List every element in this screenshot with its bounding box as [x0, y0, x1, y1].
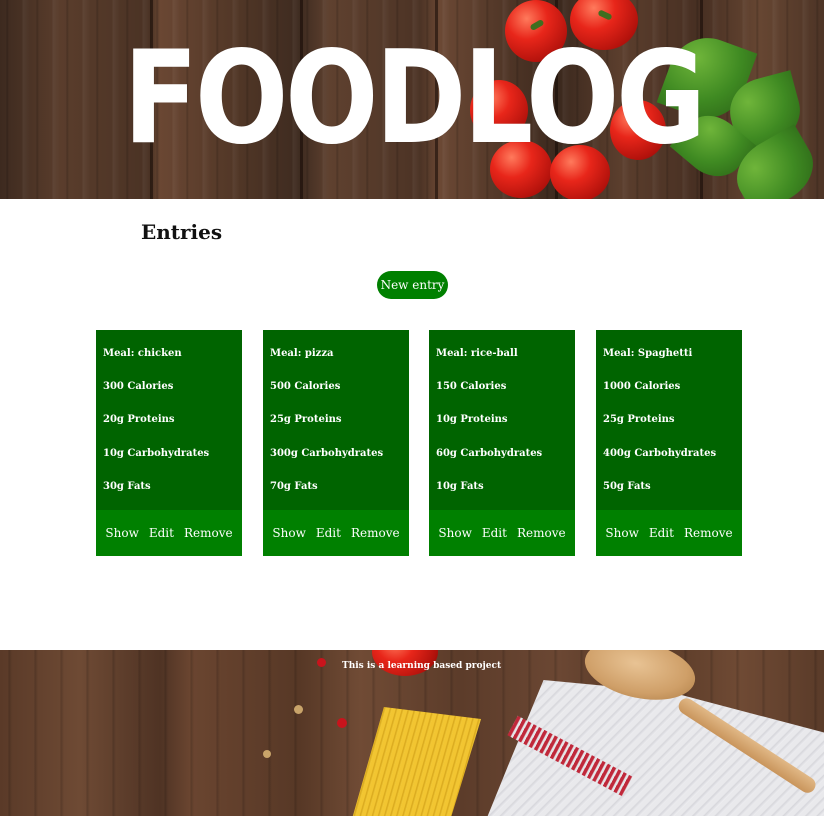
show-link[interactable]: Show: [100, 526, 143, 540]
remove-link[interactable]: Remove: [179, 526, 238, 540]
entry-calories: 150 Calories: [436, 381, 507, 393]
entry-actions: Show Edit Remove: [263, 510, 409, 556]
entry-fats: 50g Fats: [603, 480, 651, 492]
entry-fats: 70g Fats: [270, 480, 318, 492]
entry-fats: 30g Fats: [103, 480, 151, 492]
edit-link[interactable]: Edit: [477, 526, 512, 540]
edit-link[interactable]: Edit: [644, 526, 679, 540]
entry-meal: Meal: pizza: [270, 348, 334, 359]
entry-calories: 1000 Calories: [603, 381, 681, 393]
entry-details: Meal: pizza 500 Calories 25g Proteins 30…: [263, 330, 409, 510]
entry-card: Meal: rice-ball 150 Calories 10g Protein…: [429, 330, 575, 556]
spaghetti-image: [350, 707, 483, 816]
entry-details: Meal: chicken 300 Calories 20g Proteins …: [96, 330, 242, 510]
show-link[interactable]: Show: [600, 526, 643, 540]
entry-proteins: 25g Proteins: [603, 414, 675, 426]
entry-details: Meal: Spaghetti 1000 Calories 25g Protei…: [596, 330, 742, 510]
entry-proteins: 10g Proteins: [436, 414, 508, 426]
foodlog-logo: FOODLOG: [123, 24, 706, 173]
footer-text: This is a learning based project: [342, 661, 502, 671]
entry-actions: Show Edit Remove: [429, 510, 575, 556]
header-banner: FOODLOG: [0, 0, 824, 199]
entry-card: Meal: pizza 500 Calories 25g Proteins 30…: [263, 330, 409, 556]
entry-calories: 300 Calories: [103, 381, 174, 393]
footer-banner: This is a learning based project: [0, 650, 824, 816]
entry-meal: Meal: Spaghetti: [603, 348, 693, 359]
entry-proteins: 25g Proteins: [270, 414, 342, 426]
peppercorn-image: [294, 705, 303, 714]
remove-link[interactable]: Remove: [512, 526, 571, 540]
entry-card: Meal: chicken 300 Calories 20g Proteins …: [96, 330, 242, 556]
page-title: Entries: [141, 220, 223, 244]
entry-meal: Meal: chicken: [103, 348, 182, 359]
entry-fats: 10g Fats: [436, 480, 484, 492]
entry-carbohydrates: 60g Carbohydrates: [436, 447, 543, 459]
entry-actions: Show Edit Remove: [96, 510, 242, 556]
entry-proteins: 20g Proteins: [103, 414, 175, 426]
entry-carbohydrates: 300g Carbohydrates: [270, 447, 384, 459]
entry-actions: Show Edit Remove: [596, 510, 742, 556]
remove-link[interactable]: Remove: [679, 526, 738, 540]
entry-meal: Meal: rice-ball: [436, 348, 518, 359]
entry-details: Meal: rice-ball 150 Calories 10g Protein…: [429, 330, 575, 510]
entry-carbohydrates: 400g Carbohydrates: [603, 447, 717, 459]
peppercorn-image: [317, 658, 326, 667]
entry-calories: 500 Calories: [270, 381, 341, 393]
new-entry-button[interactable]: New entry: [377, 271, 448, 299]
show-link[interactable]: Show: [267, 526, 310, 540]
show-link[interactable]: Show: [433, 526, 476, 540]
remove-link[interactable]: Remove: [346, 526, 405, 540]
entry-card: Meal: Spaghetti 1000 Calories 25g Protei…: [596, 330, 742, 556]
peppercorn-image: [337, 718, 347, 728]
edit-link[interactable]: Edit: [311, 526, 346, 540]
edit-link[interactable]: Edit: [144, 526, 179, 540]
peppercorn-image: [263, 750, 271, 758]
entry-carbohydrates: 10g Carbohydrates: [103, 447, 210, 459]
